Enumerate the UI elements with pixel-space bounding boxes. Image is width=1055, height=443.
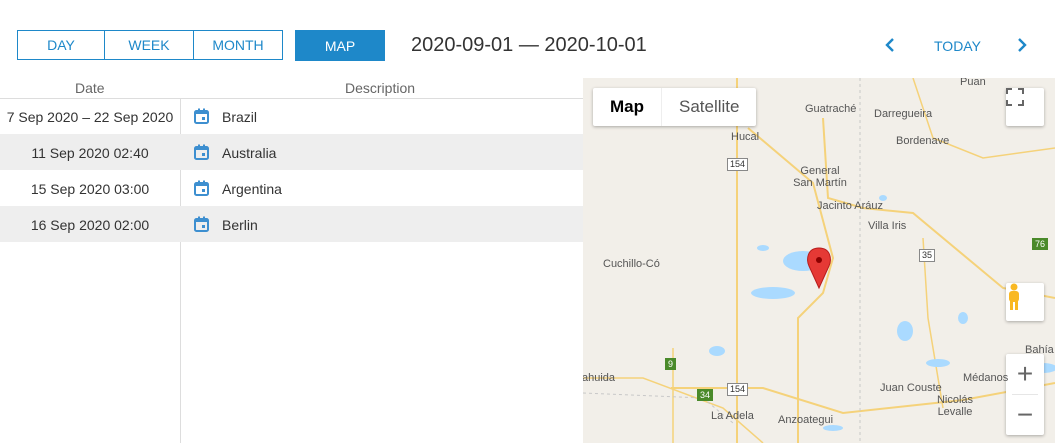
map-view-button[interactable]: MAP — [295, 30, 385, 61]
route-shield: 9 — [665, 358, 677, 370]
event-list: Date Description 7 Sep 2020 – 22 Sep 202… — [0, 78, 583, 443]
map-label: Jacinto Aráuz — [817, 200, 884, 212]
route-shield: 35 — [919, 249, 936, 262]
list-item[interactable]: 11 Sep 2020 02:40 Australia — [0, 134, 583, 170]
event-description: Australia — [222, 145, 277, 161]
list-item[interactable]: 16 Sep 2020 02:00 Berlin — [0, 206, 583, 242]
view-switcher: DAY WEEK MONTH — [17, 30, 283, 60]
route-shield: 76 — [1032, 238, 1049, 250]
week-view-button[interactable]: WEEK — [105, 31, 194, 59]
map-label: Hucal — [731, 131, 760, 143]
route-shield: 34 — [697, 389, 714, 401]
event-date: 11 Sep 2020 02:40 — [31, 145, 149, 161]
calendar-icon — [194, 180, 209, 196]
list-item[interactable]: 7 Sep 2020 – 22 Sep 2020 Brazil — [0, 98, 583, 134]
map-label: Nicolás Levalle — [936, 394, 974, 418]
map-label: La Adela — [711, 410, 754, 422]
zoom-control: + − — [1006, 354, 1044, 435]
route-shield: 154 — [727, 158, 749, 171]
date-column-header: Date — [75, 80, 105, 96]
event-date: 15 Sep 2020 03:00 — [30, 181, 150, 197]
map-label: Médanos — [963, 372, 1009, 384]
map-label: Anzoategui — [778, 414, 834, 426]
day-view-button[interactable]: DAY — [18, 31, 105, 59]
map-type-satellite-button[interactable]: Satellite — [661, 88, 756, 126]
month-view-button[interactable]: MONTH — [194, 31, 282, 59]
zoom-out-button[interactable]: − — [1006, 395, 1044, 435]
chevron-right-icon[interactable] — [1012, 34, 1032, 56]
calendar-icon — [194, 144, 209, 160]
map-type-map-button[interactable]: Map — [593, 88, 661, 126]
map-label: Villa Iris — [868, 220, 907, 232]
calendar-icon — [194, 216, 209, 232]
event-date: 7 Sep 2020 – 22 Sep 2020 — [6, 109, 174, 125]
street-view-pegman-icon[interactable] — [1006, 283, 1044, 321]
map-label: Cuchillo-Có — [603, 258, 660, 270]
event-description: Brazil — [222, 109, 258, 125]
map-type-control: Map Satellite — [593, 88, 757, 126]
list-header: Date Description — [0, 78, 583, 99]
map-label: Guatraché — [805, 103, 857, 115]
map-label: Bahía — [1025, 344, 1054, 356]
list-item[interactable]: 15 Sep 2020 03:00 Argentina — [0, 170, 583, 206]
description-column-header: Description — [345, 80, 416, 96]
event-description: Argentina — [222, 181, 282, 197]
route-shield: 154 — [727, 383, 749, 396]
map-label: General San Martín — [793, 165, 847, 189]
calendar-toolbar: DAY WEEK MONTH MAP 2020-09-01 — 2020-10-… — [0, 0, 1055, 78]
fullscreen-icon[interactable] — [1006, 88, 1044, 126]
date-range-title: 2020-09-01 — 2020-10-01 — [411, 34, 647, 56]
map-label: Juan Couste — [880, 382, 942, 394]
map-view[interactable]: Map Satellite + − Puan Guatraché Darregu… — [583, 78, 1055, 443]
today-button[interactable]: TODAY — [934, 38, 981, 54]
map-label: Puan — [960, 78, 986, 88]
event-date: 16 Sep 2020 02:00 — [30, 217, 150, 233]
map-label: Bordenave — [896, 135, 950, 147]
map-label: Darregueira — [874, 108, 933, 120]
event-description: Berlin — [222, 217, 258, 233]
chevron-left-icon[interactable] — [880, 34, 900, 56]
zoom-in-button[interactable]: + — [1006, 354, 1044, 394]
calendar-icon — [194, 108, 209, 124]
map-label: ahuida — [583, 372, 616, 384]
